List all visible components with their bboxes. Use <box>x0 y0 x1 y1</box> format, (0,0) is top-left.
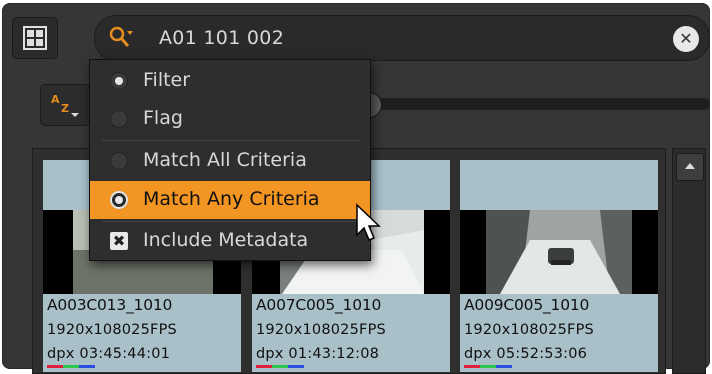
clip-format: dpx <box>47 346 75 362</box>
radio-selected-icon <box>110 72 128 90</box>
radio-unselected-icon <box>110 152 128 170</box>
chevron-down-icon <box>71 113 79 117</box>
sort-label-z: Z <box>61 102 69 115</box>
checkbox-checked-icon: ✖ <box>110 232 128 250</box>
menu-item-include-metadata[interactable]: ✖ Include Metadata <box>90 222 370 260</box>
thumbnail-size-slider[interactable] <box>366 98 710 110</box>
channel-red <box>47 365 63 368</box>
clip-tile[interactable]: A009C005_1010 1920x108025FPS dpx 05:52:5… <box>460 160 658 372</box>
grid-view-icon <box>23 26 47 50</box>
search-options-menu: Filter Flag Match All Criteria Match Any… <box>89 59 371 261</box>
scroll-up-icon <box>685 163 695 169</box>
search-input[interactable]: A01 101 002 <box>159 16 284 60</box>
channel-blue <box>496 365 512 368</box>
clip-meta: dpx 03:45:44:01 <box>47 346 170 362</box>
menu-separator <box>102 140 360 141</box>
radio-selected-icon <box>110 191 128 209</box>
clip-meta: dpx 05:52:53:06 <box>464 346 587 362</box>
clip-timecode: 05:52:53:06 <box>496 346 588 362</box>
menu-item-label: Filter <box>143 69 191 91</box>
clip-resolution: 1920x108025FPS <box>47 322 177 338</box>
menu-item-label: Match Any Criteria <box>143 188 320 210</box>
vertical-scrollbar[interactable] <box>672 148 706 374</box>
sort-button[interactable]: A Z <box>40 84 90 126</box>
menu-item-label: Flag <box>143 107 183 129</box>
menu-item-label: Match All Criteria <box>143 149 307 171</box>
menu-item-label: Include Metadata <box>143 229 309 251</box>
mouse-cursor-icon <box>356 203 381 241</box>
channel-blue <box>288 365 304 368</box>
clip-resolution: 1920x108025FPS <box>256 322 386 338</box>
search-bar[interactable]: A01 101 002 ✕ <box>94 15 710 61</box>
channel-green <box>63 365 79 368</box>
view-toggle-button[interactable] <box>12 17 58 59</box>
radio-unselected-icon <box>110 110 128 128</box>
channel-green <box>480 365 496 368</box>
menu-item-flag[interactable]: Flag <box>90 100 370 138</box>
clip-thumbnail <box>460 210 658 294</box>
clip-meta: dpx 01:43:12:08 <box>256 346 379 362</box>
search-options-icon <box>109 26 133 47</box>
channel-red <box>256 365 272 368</box>
clip-name: A009C005_1010 <box>464 296 590 314</box>
clip-timecode: 01:43:12:08 <box>288 346 380 362</box>
menu-item-match-any[interactable]: Match Any Criteria <box>90 181 370 219</box>
clear-icon: ✕ <box>679 29 693 48</box>
scroll-up-button[interactable] <box>676 153 704 181</box>
clip-format: dpx <box>256 346 284 362</box>
clip-timecode: 03:45:44:01 <box>79 346 171 362</box>
channel-blue <box>79 365 95 368</box>
sort-label-a: A <box>51 93 60 106</box>
search-options-button[interactable] <box>105 23 139 53</box>
menu-item-filter[interactable]: Filter <box>90 62 370 100</box>
menu-item-match-all[interactable]: Match All Criteria <box>90 142 370 180</box>
channel-green <box>272 365 288 368</box>
clip-name: A003C013_1010 <box>47 296 173 314</box>
clip-format: dpx <box>464 346 492 362</box>
channel-red <box>464 365 480 368</box>
clip-resolution: 1920x108025FPS <box>464 322 594 338</box>
clear-search-button[interactable]: ✕ <box>673 26 699 52</box>
clip-name: A007C005_1010 <box>256 296 382 314</box>
